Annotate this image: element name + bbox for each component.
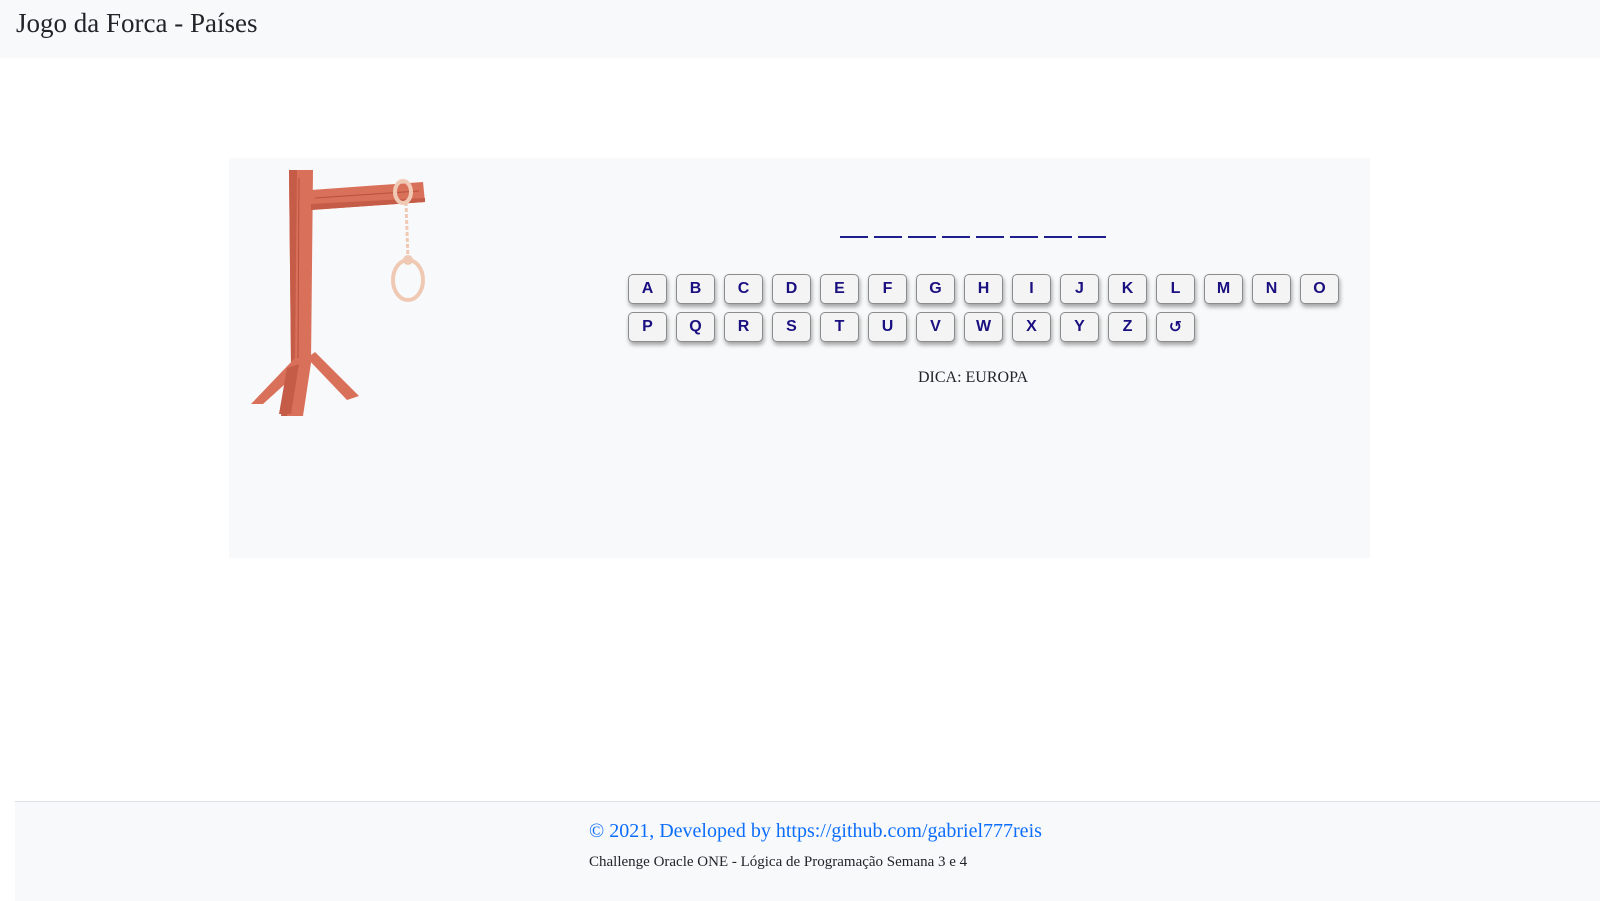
word-slots	[840, 222, 1106, 238]
key-j[interactable]: J	[1060, 274, 1099, 304]
letter-slot	[1010, 222, 1038, 238]
key-d[interactable]: D	[772, 274, 811, 304]
github-link[interactable]: https://github.com/gabriel777reis	[776, 820, 1042, 842]
footer: © 2021, Developed by https://github.com/…	[15, 801, 1600, 901]
letter-slot	[1078, 222, 1106, 238]
key-u[interactable]: U	[868, 312, 907, 342]
key-f[interactable]: F	[868, 274, 907, 304]
page-title: Jogo da Forca - Países	[16, 8, 258, 38]
letter-keyboard: A B C D E F G H I J K L M N O P Q R S T …	[628, 274, 1348, 350]
key-h[interactable]: H	[964, 274, 1003, 304]
key-c[interactable]: C	[724, 274, 763, 304]
letter-slot	[840, 222, 868, 238]
key-v[interactable]: V	[916, 312, 955, 342]
top-navbar: Jogo da Forca - Países	[0, 0, 1600, 58]
keyboard-row-2: P Q R S T U V W X Y Z ↺	[628, 312, 1348, 342]
letter-slot	[1044, 222, 1072, 238]
key-i[interactable]: I	[1012, 274, 1051, 304]
hint-text: DICA: EUROPA	[917, 369, 1029, 386]
copyright-text: © 2021, Developed by https://github.com/…	[589, 820, 1042, 843]
reset-button[interactable]: ↺	[1156, 312, 1195, 342]
key-y[interactable]: Y	[1060, 312, 1099, 342]
key-w[interactable]: W	[964, 312, 1003, 342]
key-z[interactable]: Z	[1108, 312, 1147, 342]
key-g[interactable]: G	[916, 274, 955, 304]
key-a[interactable]: A	[628, 274, 667, 304]
key-x[interactable]: X	[1012, 312, 1051, 342]
challenge-subtitle: Challenge Oracle ONE - Lógica de Program…	[589, 854, 968, 870]
key-l[interactable]: L	[1156, 274, 1195, 304]
key-r[interactable]: R	[724, 312, 763, 342]
key-o[interactable]: O	[1300, 274, 1339, 304]
key-q[interactable]: Q	[676, 312, 715, 342]
key-b[interactable]: B	[676, 274, 715, 304]
key-s[interactable]: S	[772, 312, 811, 342]
key-m[interactable]: M	[1204, 274, 1243, 304]
key-e[interactable]: E	[820, 274, 859, 304]
letter-slot	[908, 222, 936, 238]
key-t[interactable]: T	[820, 312, 859, 342]
letter-slot	[942, 222, 970, 238]
key-k[interactable]: K	[1108, 274, 1147, 304]
key-p[interactable]: P	[628, 312, 667, 342]
gallows-icon	[251, 170, 425, 416]
key-n[interactable]: N	[1252, 274, 1291, 304]
letter-slot	[874, 222, 902, 238]
game-panel: A B C D E F G H I J K L M N O P Q R S T …	[229, 158, 1370, 558]
letter-slot	[976, 222, 1004, 238]
copyright-prefix: © 2021, Developed by	[589, 820, 776, 842]
keyboard-row-1: A B C D E F G H I J K L M N O	[628, 274, 1348, 304]
